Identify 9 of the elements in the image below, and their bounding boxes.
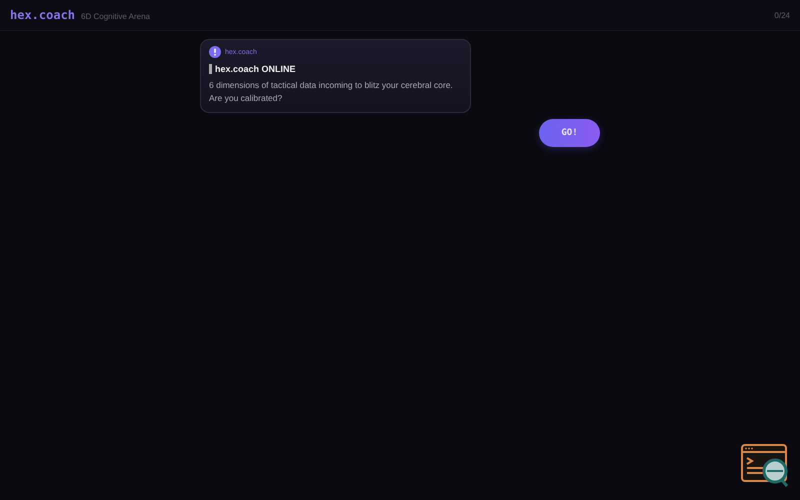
- message-text: 6 dimensions of tactical data incoming to blitz your cerebral core. Are you calibrated?: [209, 79, 454, 105]
- go-button[interactable]: GO!: [539, 119, 600, 147]
- message-title: hex.coach ONLINE: [215, 64, 296, 74]
- logo: hex.coach: [10, 8, 76, 22]
- browser-search-icon[interactable]: [741, 444, 791, 488]
- info-icon: [209, 46, 221, 58]
- cursor-icon: [209, 64, 212, 74]
- progress-counter: 0/24: [774, 10, 790, 20]
- app-subtitle: 6D Cognitive Arena: [81, 12, 150, 21]
